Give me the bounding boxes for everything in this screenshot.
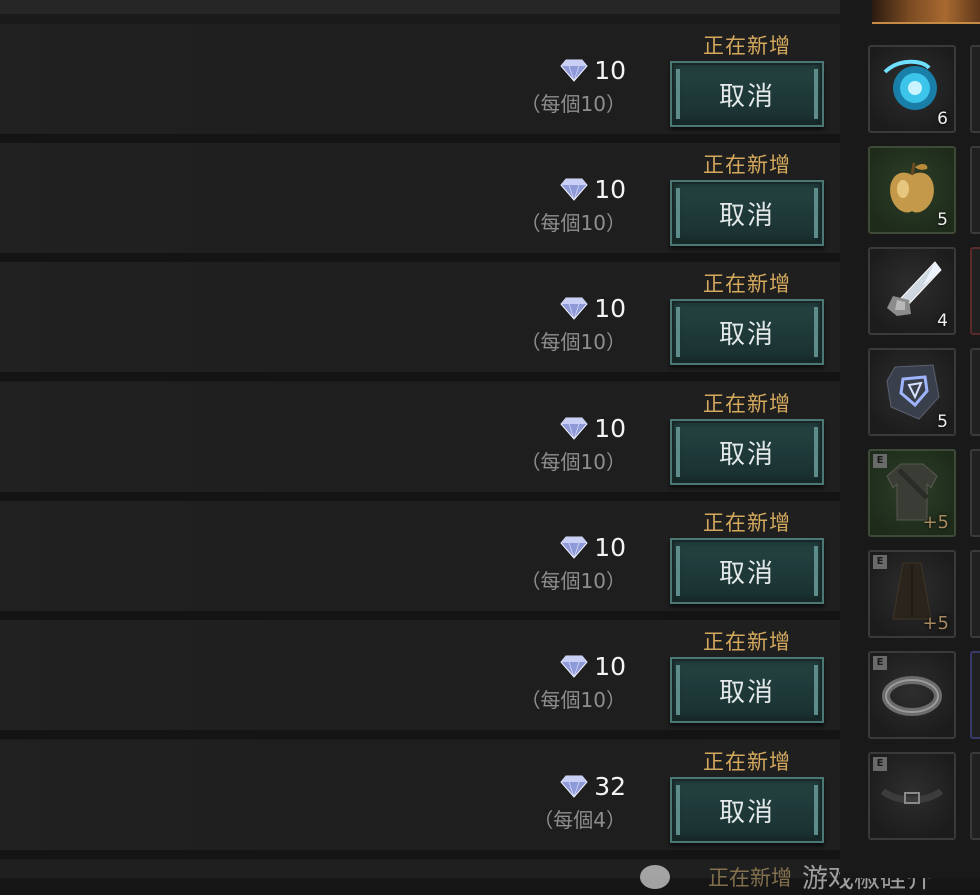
- inventory-slot-partial[interactable]: [970, 348, 980, 436]
- inventory-slot[interactable]: E: [868, 651, 956, 739]
- inventory-slot[interactable]: E +5: [868, 550, 956, 638]
- diamond-icon: [560, 417, 588, 440]
- status-label-partial: 正在新增: [708, 865, 792, 890]
- rune-stone-icon: [886, 364, 940, 420]
- unit-price: （每個4）: [533, 808, 626, 832]
- crystal-shard-icon: [887, 261, 942, 316]
- total-price: 10: [594, 532, 626, 562]
- inventory-slot[interactable]: E +5: [868, 449, 956, 537]
- diamond-icon: [560, 775, 588, 798]
- cancel-button[interactable]: 取消: [670, 299, 824, 365]
- status-label: 正在新增: [703, 153, 791, 177]
- cancel-button[interactable]: 取消: [670, 538, 824, 604]
- diamond-icon: [560, 655, 588, 678]
- cancel-button[interactable]: 取消: [670, 657, 824, 723]
- price: 10: [560, 54, 626, 86]
- inventory-header-ornament: [872, 0, 980, 24]
- listing-row: 10 （每個10） 正在新增 取消: [0, 382, 840, 501]
- unit-price: （每個10）: [520, 569, 626, 593]
- inventory-slot-partial[interactable]: [970, 651, 980, 739]
- unit-price: （每個10）: [520, 92, 626, 116]
- unit-price: （每個10）: [520, 688, 626, 712]
- listing-row: 32 （每個4） 正在新增 取消: [0, 740, 840, 859]
- status-label: 正在新增: [703, 34, 791, 58]
- total-price: 10: [594, 55, 626, 85]
- price: 10: [560, 292, 626, 324]
- inventory-slot-partial[interactable]: [970, 550, 980, 638]
- price: 10: [560, 412, 626, 444]
- inventory-slot-partial[interactable]: [970, 752, 980, 840]
- status-label: 正在新增: [703, 272, 791, 296]
- cancel-button[interactable]: 取消: [670, 61, 824, 127]
- item-count: 5: [937, 210, 948, 230]
- inventory-slot[interactable]: 6: [868, 45, 956, 133]
- inventory-slot-partial[interactable]: [970, 449, 980, 537]
- enhance-level: +5: [922, 613, 949, 634]
- listing-row: 10 （每個10） 正在新增 取消: [0, 24, 840, 143]
- listing-row: 10 （每個10） 正在新增 取消: [0, 262, 840, 381]
- total-price: 10: [594, 174, 626, 204]
- bracelet-icon: [882, 676, 942, 716]
- unit-price: （每個10）: [520, 211, 626, 235]
- inventory-slot[interactable]: 5: [868, 348, 956, 436]
- inventory-slot-partial[interactable]: [970, 146, 980, 234]
- item-count: 4: [937, 311, 948, 331]
- blue-orb-icon: [883, 59, 937, 110]
- price: 10: [560, 531, 626, 563]
- status-label: 正在新增: [703, 392, 791, 416]
- diamond-icon: [560, 536, 588, 559]
- inventory-slot[interactable]: E: [868, 752, 956, 840]
- total-price: 10: [594, 413, 626, 443]
- inventory-slot-partial[interactable]: [970, 247, 980, 335]
- belt-icon: [880, 788, 944, 804]
- unit-price: （每個10）: [520, 330, 626, 354]
- cancel-button[interactable]: 取消: [670, 419, 824, 485]
- inventory-slot[interactable]: 4: [868, 247, 956, 335]
- total-price: 10: [594, 293, 626, 323]
- total-price: 32: [594, 771, 626, 801]
- listing-row: 10 （每個10） 正在新增 取消: [0, 620, 840, 739]
- status-label: 正在新增: [703, 630, 791, 654]
- price: 10: [560, 173, 626, 205]
- inventory-slot-partial[interactable]: [970, 45, 980, 133]
- listing-row: 10 （每個10） 正在新增 取消: [0, 143, 840, 262]
- listing-panel: 10 （每個10） 正在新增 取消 10 （每個10） 正在新增 取消 10 （…: [0, 0, 840, 878]
- item-count: 5: [937, 412, 948, 432]
- previous-row-edge: [0, 0, 840, 14]
- listing-row: 10 （每個10） 正在新增 取消: [0, 501, 840, 620]
- unit-price: （每個10）: [520, 450, 626, 474]
- cancel-button[interactable]: 取消: [670, 180, 824, 246]
- enhance-level: +5: [922, 512, 949, 533]
- inventory-slot[interactable]: 5: [868, 146, 956, 234]
- price: 32: [560, 770, 626, 802]
- diamond-icon: [560, 59, 588, 82]
- status-label: 正在新增: [703, 511, 791, 535]
- status-label: 正在新增: [703, 750, 791, 774]
- cancel-button[interactable]: 取消: [670, 777, 824, 843]
- wechat-icon: [640, 864, 670, 889]
- price: 10: [560, 650, 626, 682]
- diamond-icon: [560, 178, 588, 201]
- item-count: 6: [937, 109, 948, 129]
- diamond-icon: [560, 297, 588, 320]
- total-price: 10: [594, 651, 626, 681]
- golden-apple-icon: [890, 162, 934, 213]
